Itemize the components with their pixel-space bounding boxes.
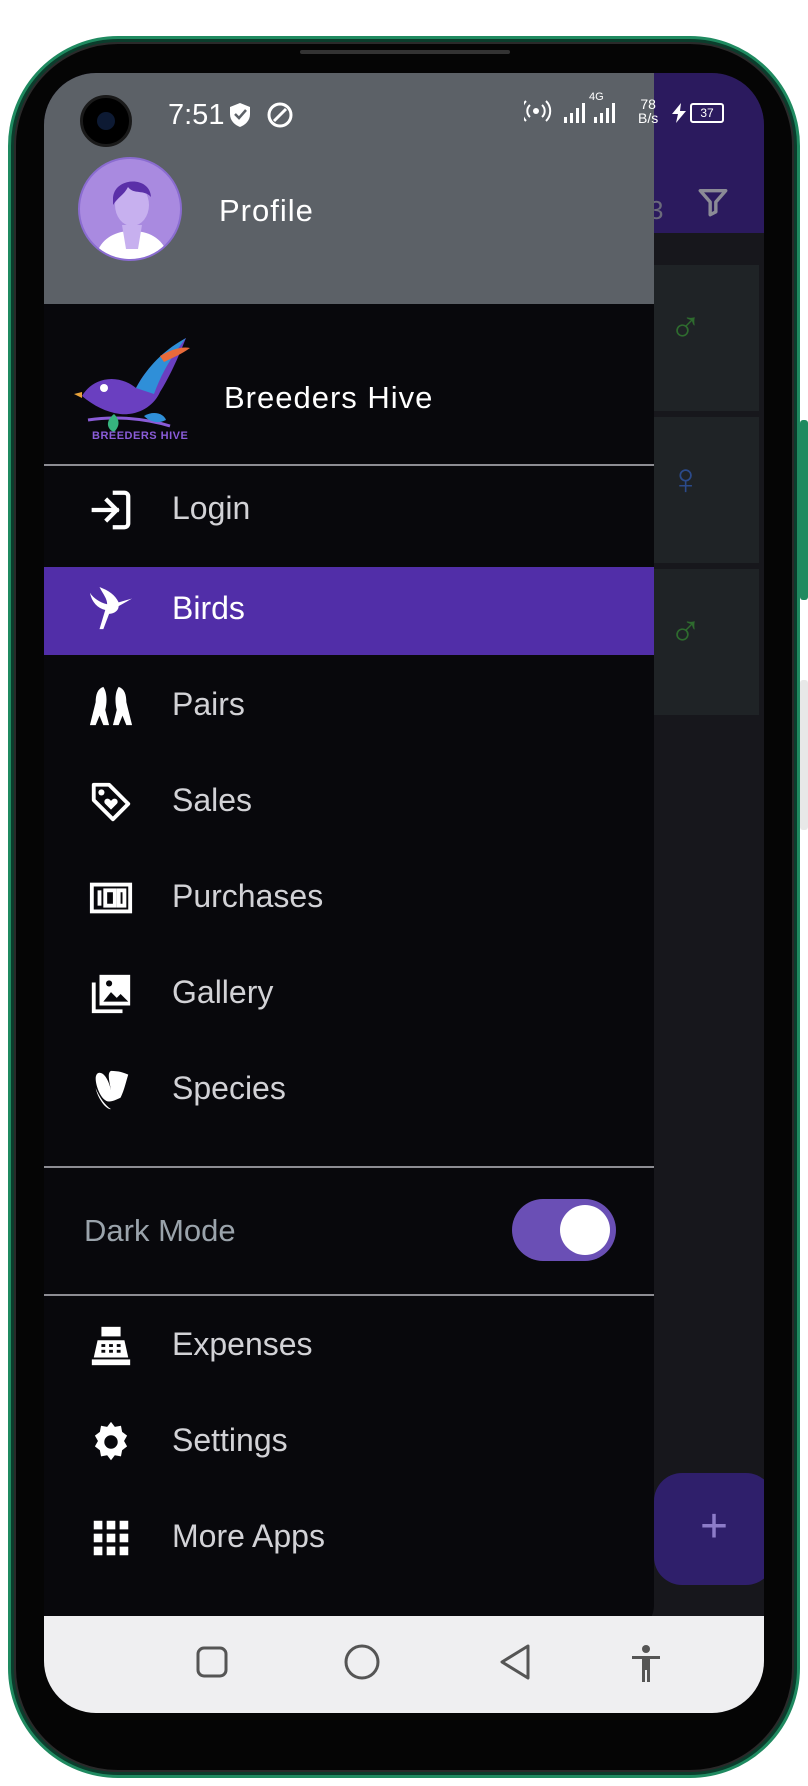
menu-item-label: Sales <box>172 782 253 818</box>
battery-icon: 37 <box>690 103 724 123</box>
power-button <box>800 680 808 830</box>
person-icon <box>94 181 170 259</box>
image-multiple-icon <box>91 974 131 1014</box>
network-type: 4G <box>589 91 604 103</box>
charging-icon <box>672 103 686 123</box>
profile-label[interactable]: Profile <box>219 193 314 229</box>
menu-item-label: Expenses <box>172 1326 313 1362</box>
accessibility-icon[interactable] <box>628 1644 664 1684</box>
add-bird-button[interactable]: + <box>654 1473 764 1585</box>
menu-item-login[interactable]: Login <box>44 467 654 555</box>
menu-item-sales[interactable]: Sales <box>44 759 654 847</box>
brand-section: BREEDERS HIVE Breeders Hive <box>44 304 654 465</box>
menu-item-expenses[interactable]: Expenses <box>44 1303 654 1391</box>
menu-item-purchases[interactable]: Purchases <box>44 855 654 943</box>
menu-item-label: Purchases <box>172 878 324 914</box>
grid-icon <box>93 1520 129 1556</box>
menu-item-label: Pairs <box>172 686 245 722</box>
gear-icon <box>94 1421 128 1461</box>
menu-item-species[interactable]: Species <box>44 1047 654 1135</box>
clock: 7:51 <box>168 99 225 131</box>
male-icon: ♂ <box>669 303 702 352</box>
divider <box>44 1294 654 1296</box>
money-icon <box>89 882 133 914</box>
status-notification-icons <box>230 102 293 128</box>
volume-button <box>800 420 808 600</box>
brand-name: Breeders Hive <box>224 380 434 415</box>
toggle-knob <box>560 1205 610 1255</box>
female-icon: ♀ <box>669 455 702 504</box>
cash-register-icon <box>91 1326 131 1366</box>
signal-icons <box>524 100 615 123</box>
typo3-icon <box>95 1070 129 1110</box>
net-rate-value: 78 <box>640 96 656 112</box>
system-navigation-bar <box>44 1616 764 1713</box>
menu-item-gallery[interactable]: Gallery <box>44 951 654 1039</box>
bird-pair-icon <box>89 686 133 726</box>
menu-item-label: Gallery <box>172 974 274 1010</box>
front-camera <box>80 95 132 147</box>
divider <box>44 1166 654 1168</box>
tag-heart-icon <box>91 782 131 822</box>
recents-icon[interactable] <box>194 1644 230 1680</box>
menu-item-label: Login <box>172 490 251 526</box>
menu-item-label: Species <box>172 1070 286 1106</box>
login-icon <box>91 490 131 530</box>
hummingbird-icon <box>89 587 133 630</box>
net-rate-unit: B/s <box>638 110 659 126</box>
phone-screen: 3 ♂ ♀ ♂ + Profile BREEDERS HIVE Breeders… <box>44 73 764 1713</box>
menu-item-birds[interactable]: Birds <box>44 567 654 655</box>
navigation-drawer: Profile BREEDERS HIVE Breeders Hive Logi… <box>44 73 654 1633</box>
phone-speaker-grille <box>300 50 510 54</box>
menu-item-pairs[interactable]: Pairs <box>44 663 654 751</box>
home-icon[interactable] <box>342 1642 382 1682</box>
dark-mode-toggle[interactable] <box>512 1199 616 1261</box>
back-icon[interactable] <box>496 1642 536 1682</box>
menu-item-label: Birds <box>172 590 245 626</box>
avatar[interactable] <box>78 157 182 261</box>
network-speed: 78 B/s <box>638 97 658 125</box>
menu-item-settings[interactable]: Settings <box>44 1399 654 1487</box>
divider <box>44 464 654 466</box>
menu-item-label: Settings <box>172 1422 288 1458</box>
male-icon: ♂ <box>669 607 702 656</box>
dark-mode-label: Dark Mode <box>84 1213 236 1248</box>
menu-item-label: More Apps <box>172 1518 325 1554</box>
filter-icon[interactable] <box>696 185 730 219</box>
status-bar: 7:51 4G 78 B/s 37 <box>44 73 764 153</box>
logo-caption: BREEDERS HIVE <box>92 430 189 442</box>
menu-item-more-apps[interactable]: More Apps <box>44 1495 654 1583</box>
